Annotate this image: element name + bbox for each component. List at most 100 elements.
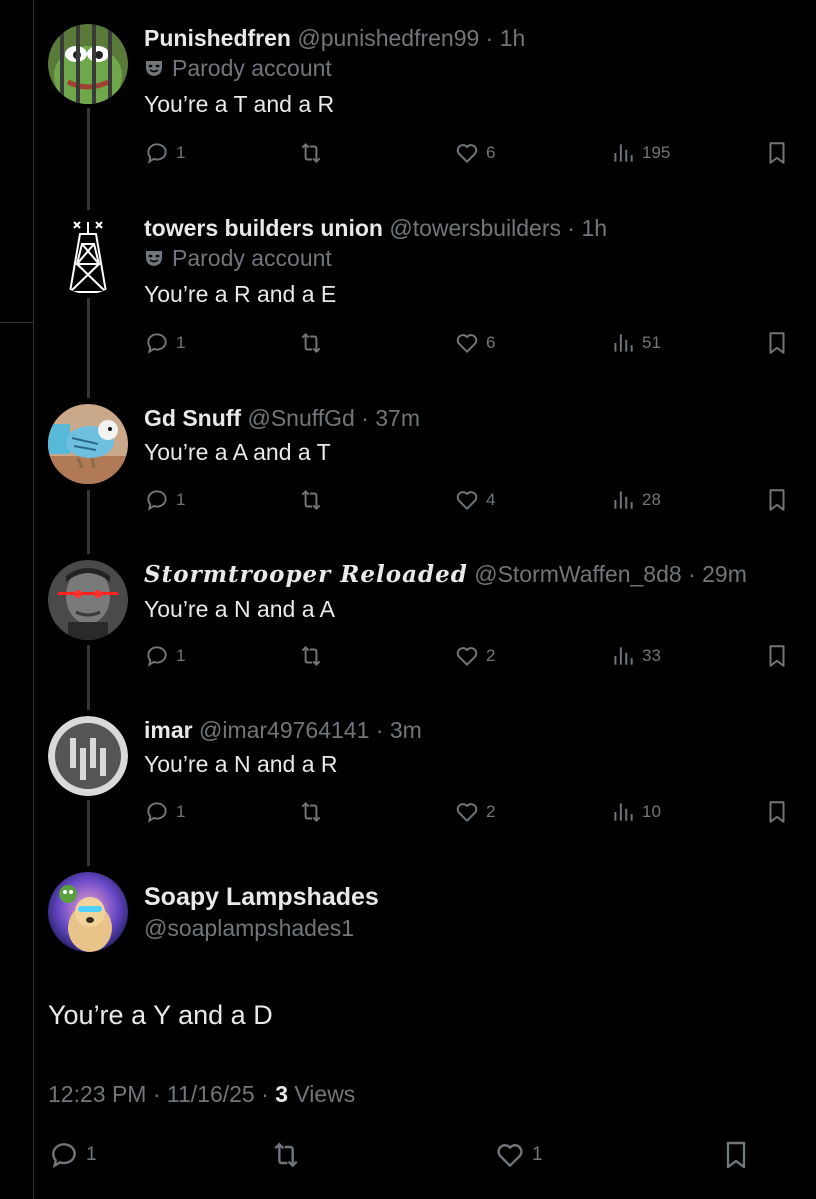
retweet-button[interactable] [298, 487, 324, 513]
avatar[interactable] [48, 214, 128, 294]
like-button[interactable]: 2 [454, 799, 495, 825]
avatar[interactable] [48, 872, 128, 952]
views-icon [614, 647, 633, 665]
retweet-button[interactable] [298, 140, 324, 166]
avatar[interactable] [48, 24, 128, 104]
like-count: 4 [486, 490, 496, 509]
display-name[interactable]: towers builders union [144, 215, 383, 241]
like-count: 6 [486, 143, 496, 162]
column-divider [0, 322, 33, 323]
handle[interactable]: @SnuffGd [247, 405, 354, 431]
views-count: 3 [275, 1081, 288, 1107]
display-name[interactable]: Gd Snuff [144, 405, 241, 431]
views-button[interactable]: 10 [610, 799, 661, 825]
reply-count: 1 [176, 646, 186, 665]
timestamp[interactable]: 37m [375, 405, 420, 431]
retweet-icon [274, 1142, 298, 1168]
retweet-button[interactable] [270, 1139, 302, 1171]
parody-label: Parody account [144, 242, 816, 274]
timestamp[interactable]: 3m [390, 717, 422, 743]
like-button[interactable]: 2 [454, 643, 495, 669]
thread-connector [87, 108, 90, 210]
handle[interactable]: @punishedfren99 [297, 25, 479, 51]
views-button[interactable]: 51 [610, 330, 661, 356]
reply-button[interactable]: 1 [144, 330, 185, 356]
separator: · [561, 215, 582, 241]
retweet-icon [301, 645, 321, 667]
avatar[interactable] [48, 560, 128, 640]
like-count: 2 [486, 802, 496, 821]
reply-icon [52, 1143, 76, 1169]
reply-count: 1 [176, 802, 186, 821]
avatar[interactable] [48, 716, 128, 796]
retweet-icon [301, 142, 321, 164]
display-name[interactable]: Stormtrooper Reloaded [144, 561, 468, 588]
views-count: 28 [642, 490, 661, 509]
retweet-button[interactable] [298, 643, 324, 669]
handle[interactable]: @towersbuilders [389, 215, 561, 241]
tweet-date[interactable]: 11/16/25 [167, 1081, 255, 1107]
tweet-header: Gd Snuff @SnuffGd · 37m [144, 404, 816, 432]
reply-count: 1 [176, 143, 186, 162]
tweet-meta: 12:23 PM · 11/16/25 · 3 Views [48, 1081, 355, 1108]
parody-mask-icon [146, 251, 162, 266]
bookmark-button[interactable] [764, 643, 790, 669]
like-count: 2 [486, 646, 496, 665]
tweet-text: You’re a R and a E [144, 281, 337, 307]
views-icon [614, 334, 633, 352]
handle[interactable]: @imar49764141 [199, 717, 369, 743]
tweet-text: You’re a A and a T [144, 439, 331, 465]
tweet-text: You’re a T and a R [144, 91, 335, 117]
like-icon [456, 334, 478, 353]
retweet-button[interactable] [298, 799, 324, 825]
reply-count: 1 [176, 333, 186, 352]
retweet-icon [301, 489, 321, 511]
views-icon [614, 144, 633, 162]
timestamp[interactable]: 1h [500, 25, 526, 51]
like-count: 6 [486, 333, 496, 352]
display-name[interactable]: Punishedfren [144, 25, 291, 51]
bookmark-button[interactable] [764, 487, 790, 513]
reply-button[interactable]: 1 [48, 1139, 97, 1171]
reply-icon [147, 802, 167, 823]
timestamp[interactable]: 1h [581, 215, 607, 241]
like-icon [456, 647, 478, 666]
tweet-text: You’re a N and a R [144, 751, 338, 777]
timestamp[interactable]: 29m [702, 561, 747, 587]
avatar[interactable] [48, 404, 128, 484]
views-button[interactable]: 195 [610, 140, 670, 166]
retweet-icon [301, 332, 321, 354]
like-icon [497, 1144, 523, 1167]
action-bar: 1 6 195 [144, 140, 816, 170]
handle[interactable]: @soaplampshades1 [144, 912, 379, 944]
like-button[interactable]: 6 [454, 330, 495, 356]
bookmark-button[interactable] [764, 140, 790, 166]
bookmark-button[interactable] [720, 1139, 752, 1171]
like-icon [456, 491, 478, 510]
like-button[interactable]: 4 [454, 487, 495, 513]
reply-button[interactable]: 1 [144, 140, 185, 166]
action-bar: 1 1 [48, 1139, 788, 1175]
bookmark-button[interactable] [764, 330, 790, 356]
separator: · [479, 25, 500, 51]
display-name[interactable]: imar [144, 717, 193, 743]
bookmark-button[interactable] [764, 799, 790, 825]
retweet-button[interactable] [298, 330, 324, 356]
display-name[interactable]: Soapy Lampshades [144, 882, 379, 912]
thread-connector [87, 298, 90, 398]
tweet-time[interactable]: 12:23 PM [48, 1081, 146, 1107]
like-count: 1 [532, 1144, 543, 1165]
handle[interactable]: @StormWaffen_8d8 [474, 561, 681, 587]
separator: · [369, 717, 390, 743]
reply-button[interactable]: 1 [144, 643, 185, 669]
like-button[interactable]: 6 [454, 140, 495, 166]
views-button[interactable]: 28 [610, 487, 661, 513]
reply-button[interactable]: 1 [144, 487, 185, 513]
retweet-icon [301, 801, 321, 823]
reply-button[interactable]: 1 [144, 799, 185, 825]
like-icon [456, 144, 478, 163]
views-button[interactable]: 33 [610, 643, 661, 669]
tweet-header: Stormtrooper Reloaded @StormWaffen_8d8 ·… [144, 560, 816, 589]
thread-connector [87, 490, 90, 554]
like-button[interactable]: 1 [494, 1139, 543, 1171]
